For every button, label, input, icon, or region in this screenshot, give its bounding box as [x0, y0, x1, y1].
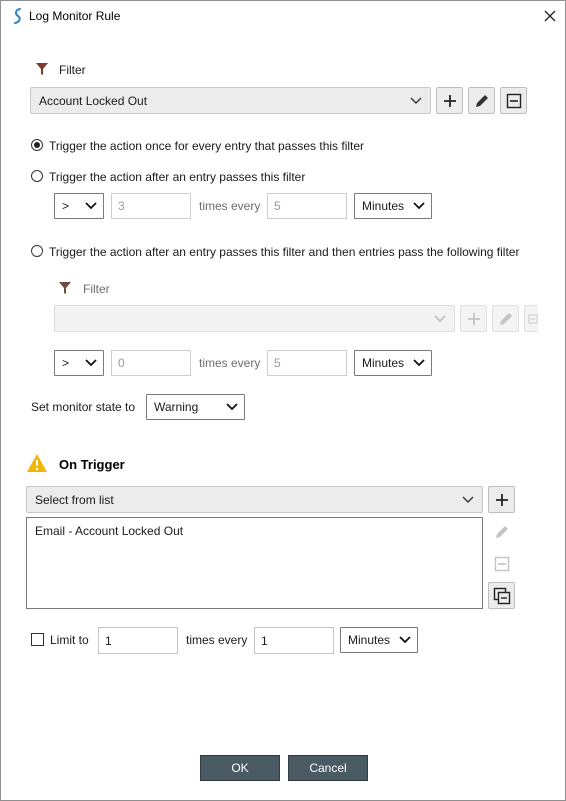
copy-action-button[interactable]	[488, 582, 515, 609]
limit-label: Limit to	[50, 633, 89, 647]
limit-checkbox[interactable]	[31, 633, 44, 646]
filter-icon	[35, 62, 49, 79]
count-input-2[interactable]: 0	[111, 350, 191, 376]
edit-secondary-filter-button[interactable]	[492, 305, 519, 332]
interval-input-2[interactable]: 5	[267, 350, 347, 376]
chevron-down-icon	[85, 202, 97, 210]
pencil-icon	[475, 94, 488, 107]
trigger-once-radio[interactable]	[31, 139, 43, 151]
operator-select-1[interactable]: >	[54, 193, 104, 219]
log-monitor-rule-dialog: Log Monitor Rule Filter Account Locked O…	[0, 0, 566, 801]
count-value: 0	[118, 356, 125, 370]
operator-value: >	[62, 356, 70, 370]
add-secondary-filter-button[interactable]	[460, 305, 487, 332]
chevron-down-icon	[399, 636, 411, 644]
pencil-icon	[499, 312, 512, 325]
app-logo-icon	[11, 7, 25, 25]
on-trigger-title: On Trigger	[59, 457, 125, 472]
count-input-1[interactable]: 3	[111, 193, 191, 219]
monitor-state-value: Warning	[154, 400, 199, 414]
secondary-filter-dropdown[interactable]	[54, 305, 455, 332]
chevron-down-icon	[462, 496, 474, 503]
plus-icon	[495, 493, 508, 506]
edit-action-button[interactable]	[488, 518, 515, 545]
remove-action-button[interactable]	[488, 550, 515, 577]
minus-box-icon	[506, 93, 521, 108]
unit-value: Minutes	[362, 356, 405, 370]
interval-value: 5	[274, 356, 281, 370]
trigger-once-label: Trigger the action once for every entry …	[49, 139, 365, 153]
minus-box-icon	[528, 314, 538, 323]
monitor-state-select[interactable]: Warning	[146, 394, 245, 420]
radio-selected-dot	[34, 142, 40, 148]
trigger-after-entry-label: Trigger the action after an entry passes…	[49, 170, 306, 184]
unit-select-1[interactable]: Minutes	[354, 193, 432, 219]
secondary-filter-icon	[58, 281, 72, 298]
remove-filter-button[interactable]	[500, 87, 527, 114]
unit-select-2[interactable]: Minutes	[354, 350, 432, 376]
warning-icon	[26, 453, 48, 476]
add-filter-button[interactable]	[436, 87, 463, 114]
plus-icon	[467, 312, 480, 325]
trigger-after-entry-radio[interactable]	[31, 170, 43, 182]
operator-value: >	[62, 199, 70, 213]
limit-unit-value: Minutes	[348, 633, 391, 647]
pencil-icon	[495, 525, 508, 538]
monitor-state-label: Set monitor state to	[31, 400, 136, 414]
copy-icon	[493, 587, 510, 604]
times-every-label: times every	[199, 356, 261, 370]
close-icon	[544, 10, 556, 22]
cancel-button[interactable]: Cancel	[288, 755, 368, 781]
limit-count-value: 1	[105, 633, 112, 648]
ok-button[interactable]: OK	[200, 755, 280, 781]
plus-icon	[443, 94, 456, 107]
times-every-label: times every	[199, 199, 261, 213]
chevron-down-icon	[85, 359, 97, 367]
window-title: Log Monitor Rule	[29, 9, 121, 23]
action-select-placeholder: Select from list	[35, 492, 114, 507]
limit-count-input[interactable]: 1	[98, 627, 178, 654]
limit-interval-value: 1	[261, 633, 268, 648]
filter-label: Filter	[59, 63, 86, 77]
actions-list[interactable]: Email - Account Locked Out	[26, 517, 483, 609]
minus-box-icon	[494, 556, 509, 571]
limit-times-every-label: times every	[186, 633, 248, 647]
add-action-button[interactable]	[488, 486, 515, 513]
interval-value: 5	[274, 199, 281, 213]
trigger-followed-by-filter-radio[interactable]	[31, 245, 43, 257]
trigger-followed-by-filter-label: Trigger the action after an entry passes…	[49, 245, 520, 259]
edit-filter-button[interactable]	[468, 87, 495, 114]
chevron-down-icon	[413, 202, 425, 210]
limit-interval-input[interactable]: 1	[254, 627, 334, 654]
limit-unit-select[interactable]: Minutes	[340, 627, 418, 653]
interval-input-1[interactable]: 5	[267, 193, 347, 219]
chevron-down-icon	[413, 359, 425, 367]
close-button[interactable]	[541, 6, 559, 26]
list-item[interactable]: Email - Account Locked Out	[35, 524, 474, 538]
remove-secondary-filter-button[interactable]	[524, 305, 538, 332]
filter-dropdown-value: Account Locked Out	[39, 93, 148, 108]
operator-select-2[interactable]: >	[54, 350, 104, 376]
unit-value: Minutes	[362, 199, 405, 213]
action-select-dropdown[interactable]: Select from list	[26, 486, 483, 513]
chevron-down-icon	[434, 315, 446, 322]
filter-dropdown[interactable]: Account Locked Out	[30, 87, 431, 114]
chevron-down-icon	[226, 403, 238, 411]
secondary-filter-label: Filter	[83, 282, 110, 296]
chevron-down-icon	[410, 97, 422, 104]
count-value: 3	[118, 199, 125, 213]
